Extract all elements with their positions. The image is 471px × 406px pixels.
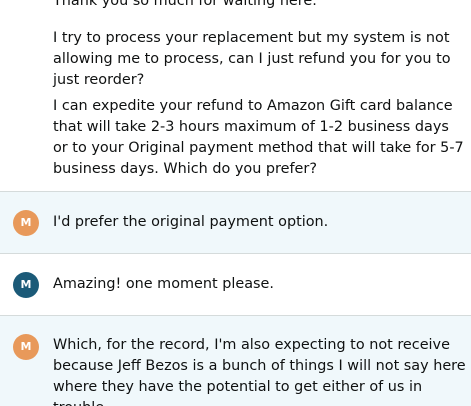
customer-message: M Which, for the record, I'm also expect…	[0, 315, 471, 406]
customer-avatar: M	[13, 210, 39, 236]
agent-message-block: Thank you so much for waiting here. I tr…	[0, 0, 471, 191]
customer-message: M I'd prefer the original payment option…	[0, 191, 471, 253]
agent-message: M Amazing! one moment please.	[0, 253, 471, 315]
customer-avatar: M	[13, 334, 39, 360]
agent-message-paragraph: I try to process your replacement but my…	[53, 30, 451, 88]
message-text: Which, for the record, I'm also expectin…	[53, 337, 466, 406]
chat-transcript: Thank you so much for waiting here. I tr…	[0, 0, 471, 406]
agent-message-paragraph: Thank you so much for waiting here.	[53, 0, 317, 9]
message-text: I'd prefer the original payment option.	[53, 214, 329, 230]
agent-message-paragraph: I can expedite your refund to Amazon Gif…	[53, 98, 464, 177]
message-text: Amazing! one moment please.	[53, 276, 274, 292]
agent-avatar: M	[13, 272, 39, 298]
